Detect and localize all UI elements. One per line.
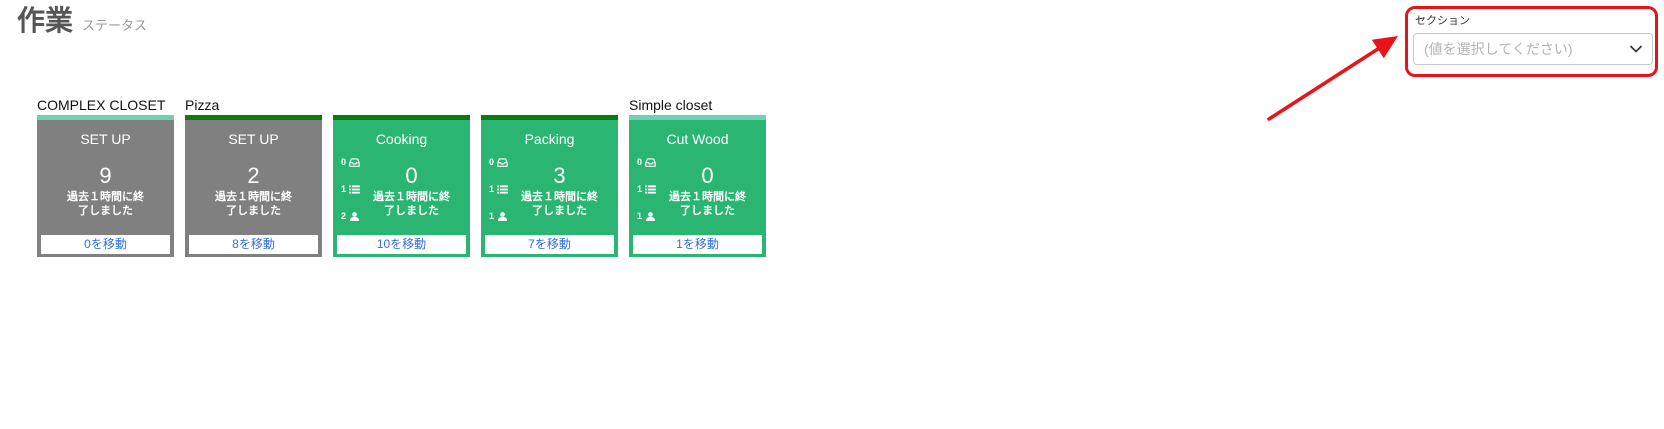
card-title: SET UP [228, 131, 279, 147]
card-summary: 2 過去１時間に終了しました [185, 164, 322, 218]
group-pizza: Pizza SET UP 2 過去１時間に終了しました 8を移動 Cooking [185, 96, 618, 257]
card-title: Packing [524, 131, 575, 147]
list-icon [349, 184, 360, 194]
stat-value: 2 [341, 211, 347, 221]
move-button[interactable]: 10を移動 [337, 235, 466, 254]
group-cards-row: Cut Wood 0 1 1 0 過去１時間に終了しました 1を移動 [629, 115, 766, 257]
completed-caption: 過去１時間に終了しました [373, 191, 450, 217]
page-title: 作業 [17, 5, 74, 36]
card-body: Packing 0 1 1 3 過去１時間に終了しました 7を移動 [481, 120, 618, 257]
completed-count: 0 [701, 163, 714, 188]
annotation-highlight-box [1405, 6, 1658, 77]
stat-row: 2 [341, 209, 360, 223]
stat-row: 0 [637, 155, 656, 169]
stat-value: 1 [341, 184, 347, 194]
card-body: Cooking 0 1 2 0 過去１時間に終了しました 10を移動 [333, 120, 470, 257]
card-summary: 9 過去１時間に終了しました [37, 164, 174, 218]
card-title: Cut Wood [666, 131, 729, 147]
page-subtitle: ステータス [82, 18, 148, 33]
stat-row: 1 [637, 209, 656, 223]
list-icon [645, 184, 656, 194]
group-label: Simple closet [629, 97, 713, 113]
group-cards-row: SET UP 2 過去１時間に終了しました 8を移動 Cooking 0 1 2… [185, 115, 618, 257]
status-card[interactable]: Packing 0 1 1 3 過去１時間に終了しました 7を移動 [481, 115, 618, 257]
completed-caption: 過去１時間に終了しました [67, 191, 144, 217]
annotation-arrow-head [1371, 36, 1398, 59]
group-label: COMPLEX CLOSET [37, 97, 166, 113]
stat-row: 0 [341, 155, 360, 169]
completed-count: 9 [99, 163, 112, 188]
group-complex-closet: COMPLEX CLOSET SET UP 9 過去１時間に終了しました 0を移… [37, 96, 174, 257]
completed-count: 2 [247, 163, 260, 188]
move-button[interactable]: 1を移動 [633, 235, 762, 254]
status-board: COMPLEX CLOSET SET UP 9 過去１時間に終了しました 0を移… [37, 96, 766, 257]
stat-value: 0 [489, 157, 495, 167]
inbox-icon [497, 157, 508, 167]
card-title: Cooking [375, 131, 428, 147]
status-card[interactable]: Cooking 0 1 2 0 過去１時間に終了しました 10を移動 [333, 115, 470, 257]
move-button[interactable]: 0を移動 [41, 235, 170, 254]
user-icon [498, 211, 508, 221]
card-body: SET UP 2 過去１時間に終了しました 8を移動 [185, 120, 322, 257]
status-card[interactable]: SET UP 2 過去１時間に終了しました 8を移動 [185, 115, 322, 257]
stat-row: 0 [489, 155, 508, 169]
completed-caption: 過去１時間に終了しました [521, 191, 598, 217]
stat-value: 1 [489, 184, 495, 194]
card-body: Cut Wood 0 1 1 0 過去１時間に終了しました 1を移動 [629, 120, 766, 257]
completed-count: 3 [553, 163, 566, 188]
move-button[interactable]: 7を移動 [485, 235, 614, 254]
completed-caption: 過去１時間に終了しました [215, 191, 292, 217]
stat-value: 0 [341, 157, 347, 167]
stat-value: 0 [637, 157, 643, 167]
user-icon [350, 211, 360, 221]
stat-row: 1 [341, 182, 360, 196]
group-label: Pizza [185, 97, 220, 113]
stat-value: 1 [637, 211, 643, 221]
card-stats: 0 1 1 [489, 155, 508, 236]
inbox-icon [645, 157, 656, 167]
annotation-arrow-shaft [1267, 45, 1382, 121]
stat-value: 1 [489, 211, 495, 221]
stat-row: 1 [489, 182, 508, 196]
move-button[interactable]: 8を移動 [189, 235, 318, 254]
list-icon [497, 184, 508, 194]
card-stats: 0 1 2 [341, 155, 360, 236]
status-card[interactable]: Cut Wood 0 1 1 0 過去１時間に終了しました 1を移動 [629, 115, 766, 257]
annotation-arrow [1267, 36, 1398, 121]
card-body: SET UP 9 過去１時間に終了しました 0を移動 [37, 120, 174, 257]
user-icon [646, 211, 656, 221]
status-card[interactable]: SET UP 9 過去１時間に終了しました 0を移動 [37, 115, 174, 257]
stat-row: 1 [637, 182, 656, 196]
group-cards-row: SET UP 9 過去１時間に終了しました 0を移動 [37, 115, 174, 257]
stat-value: 1 [637, 184, 643, 194]
stat-row: 1 [489, 209, 508, 223]
inbox-icon [349, 157, 360, 167]
card-title: SET UP [80, 131, 131, 147]
completed-caption: 過去１時間に終了しました [669, 191, 746, 217]
completed-count: 0 [405, 163, 418, 188]
group-simple-closet: Simple closet Cut Wood 0 1 1 0 過去１時間に終了し… [629, 96, 766, 257]
card-stats: 0 1 1 [637, 155, 656, 236]
